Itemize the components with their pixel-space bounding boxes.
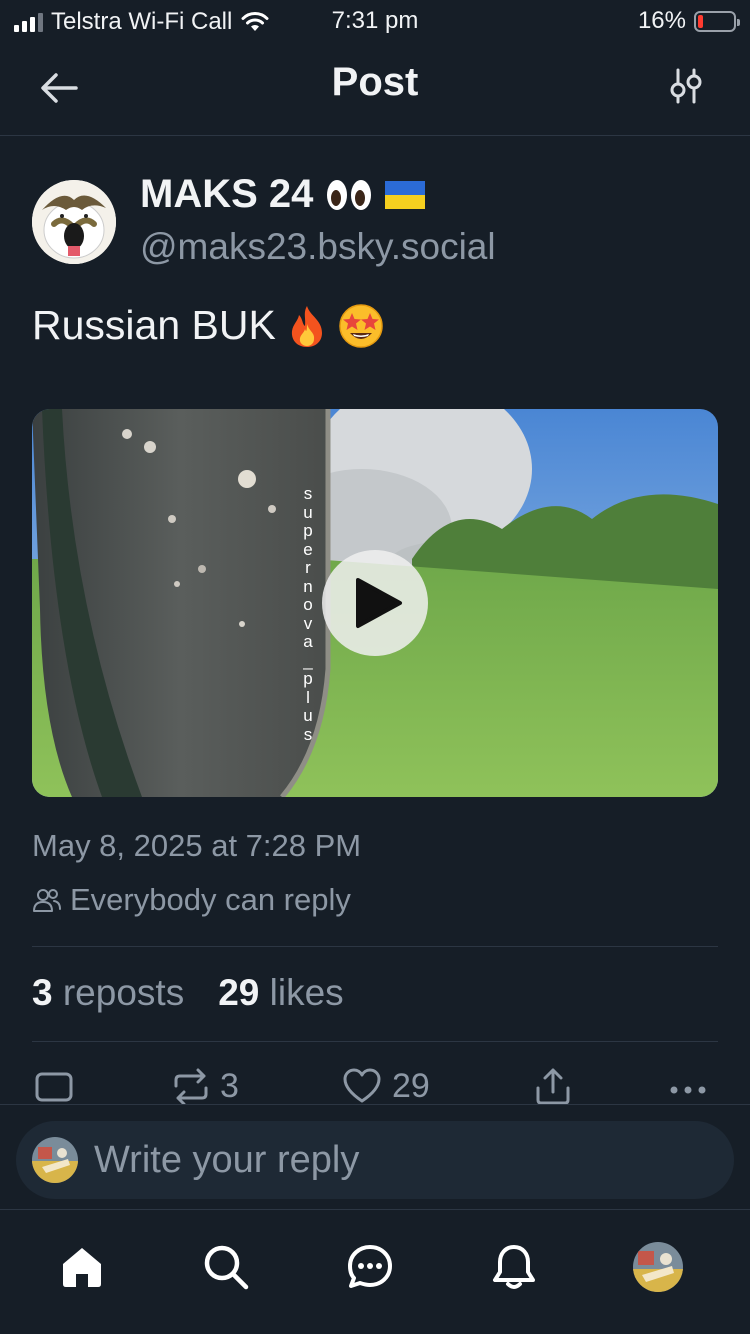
- reply-input[interactable]: Write your reply: [16, 1121, 734, 1199]
- author-display-name[interactable]: MAKS 24 👀 🇺🇦: [140, 172, 426, 217]
- fire-emoji-icon: [291, 305, 322, 347]
- share-button[interactable]: [534, 1066, 572, 1106]
- post-text: Russian BUK 🔥 🤩: [32, 302, 384, 349]
- video-embed[interactable]: supernova_plus supernova_plus: [32, 409, 718, 797]
- like-count: 29: [392, 1066, 430, 1105]
- tab-notifications[interactable]: [486, 1239, 542, 1295]
- bell-icon: [493, 1245, 535, 1289]
- reply-bubble-icon: [35, 1072, 73, 1102]
- search-icon: [204, 1245, 249, 1290]
- reposts-label: reposts: [62, 972, 185, 1013]
- tab-search[interactable]: [198, 1239, 254, 1295]
- thread-settings-button[interactable]: [666, 66, 706, 106]
- bottom-tab-bar: [0, 1211, 750, 1334]
- chat-icon: [348, 1245, 392, 1288]
- author-avatar[interactable]: [32, 180, 116, 264]
- tab-home[interactable]: [54, 1239, 110, 1295]
- reply-placeholder: Write your reply: [94, 1138, 360, 1181]
- battery-percent: 16%: [637, 7, 686, 34]
- star-struck-emoji-icon: [339, 303, 383, 348]
- page-title: Post: [331, 60, 419, 104]
- repost-icon: [174, 1068, 208, 1106]
- video-watermark: s u p e r n o v a _ p l u s: [303, 484, 313, 744]
- reply-setting-label: Everybody can reply: [70, 882, 351, 917]
- post-timestamp: May 8, 2025 at 7:28 PM: [32, 828, 362, 863]
- battery-fill: [698, 14, 704, 28]
- likes-label: likes: [269, 972, 344, 1013]
- divider: [32, 1041, 718, 1042]
- heart-icon: [343, 1068, 381, 1103]
- likes-count: 29: [218, 972, 260, 1013]
- engagement-stats: 3 reposts 29 likes: [32, 972, 344, 1014]
- share-icon: [536, 1068, 570, 1105]
- reposts-count: 3: [32, 972, 53, 1013]
- sliders-icon: [670, 68, 702, 104]
- divider: [32, 946, 718, 947]
- display-name-text: MAKS 24: [140, 172, 314, 216]
- post-text-content: Russian BUK: [32, 302, 276, 348]
- tab-profile[interactable]: [630, 1239, 686, 1295]
- avatar-image: [32, 180, 116, 264]
- battery-icon: [694, 10, 740, 32]
- ellipsis-icon: [670, 1086, 706, 1094]
- top-header: Post: [0, 42, 750, 136]
- post-actions: 3 29: [0, 1066, 750, 1106]
- reply-setting[interactable]: Everybody can reply: [32, 882, 351, 918]
- tab-chat[interactable]: [342, 1239, 398, 1295]
- more-options-button[interactable]: [668, 1066, 708, 1106]
- reply-composer-bar: Write your reply: [0, 1104, 750, 1210]
- status-bar: Telstra Wi-Fi Call 7:31 pm 16%: [0, 0, 750, 42]
- profile-avatar: [633, 1242, 683, 1292]
- likes-stat[interactable]: 29 likes: [218, 972, 343, 1014]
- my-avatar: [32, 1137, 78, 1183]
- repost-button[interactable]: 3: [172, 1066, 239, 1106]
- home-icon: [63, 1248, 101, 1287]
- play-button[interactable]: [322, 550, 428, 656]
- ukraine-flag-icon: [385, 180, 426, 209]
- status-right: 16%: [637, 7, 740, 35]
- author-handle[interactable]: @maks23.bsky.social: [140, 226, 496, 268]
- people-icon: [33, 889, 61, 912]
- eyes-emoji-icon: [327, 179, 372, 210]
- like-button[interactable]: 29: [342, 1066, 430, 1106]
- reposts-stat[interactable]: 3 reposts: [32, 972, 184, 1014]
- reply-button[interactable]: [34, 1066, 84, 1106]
- repost-count: 3: [220, 1066, 239, 1105]
- play-icon: [356, 578, 402, 628]
